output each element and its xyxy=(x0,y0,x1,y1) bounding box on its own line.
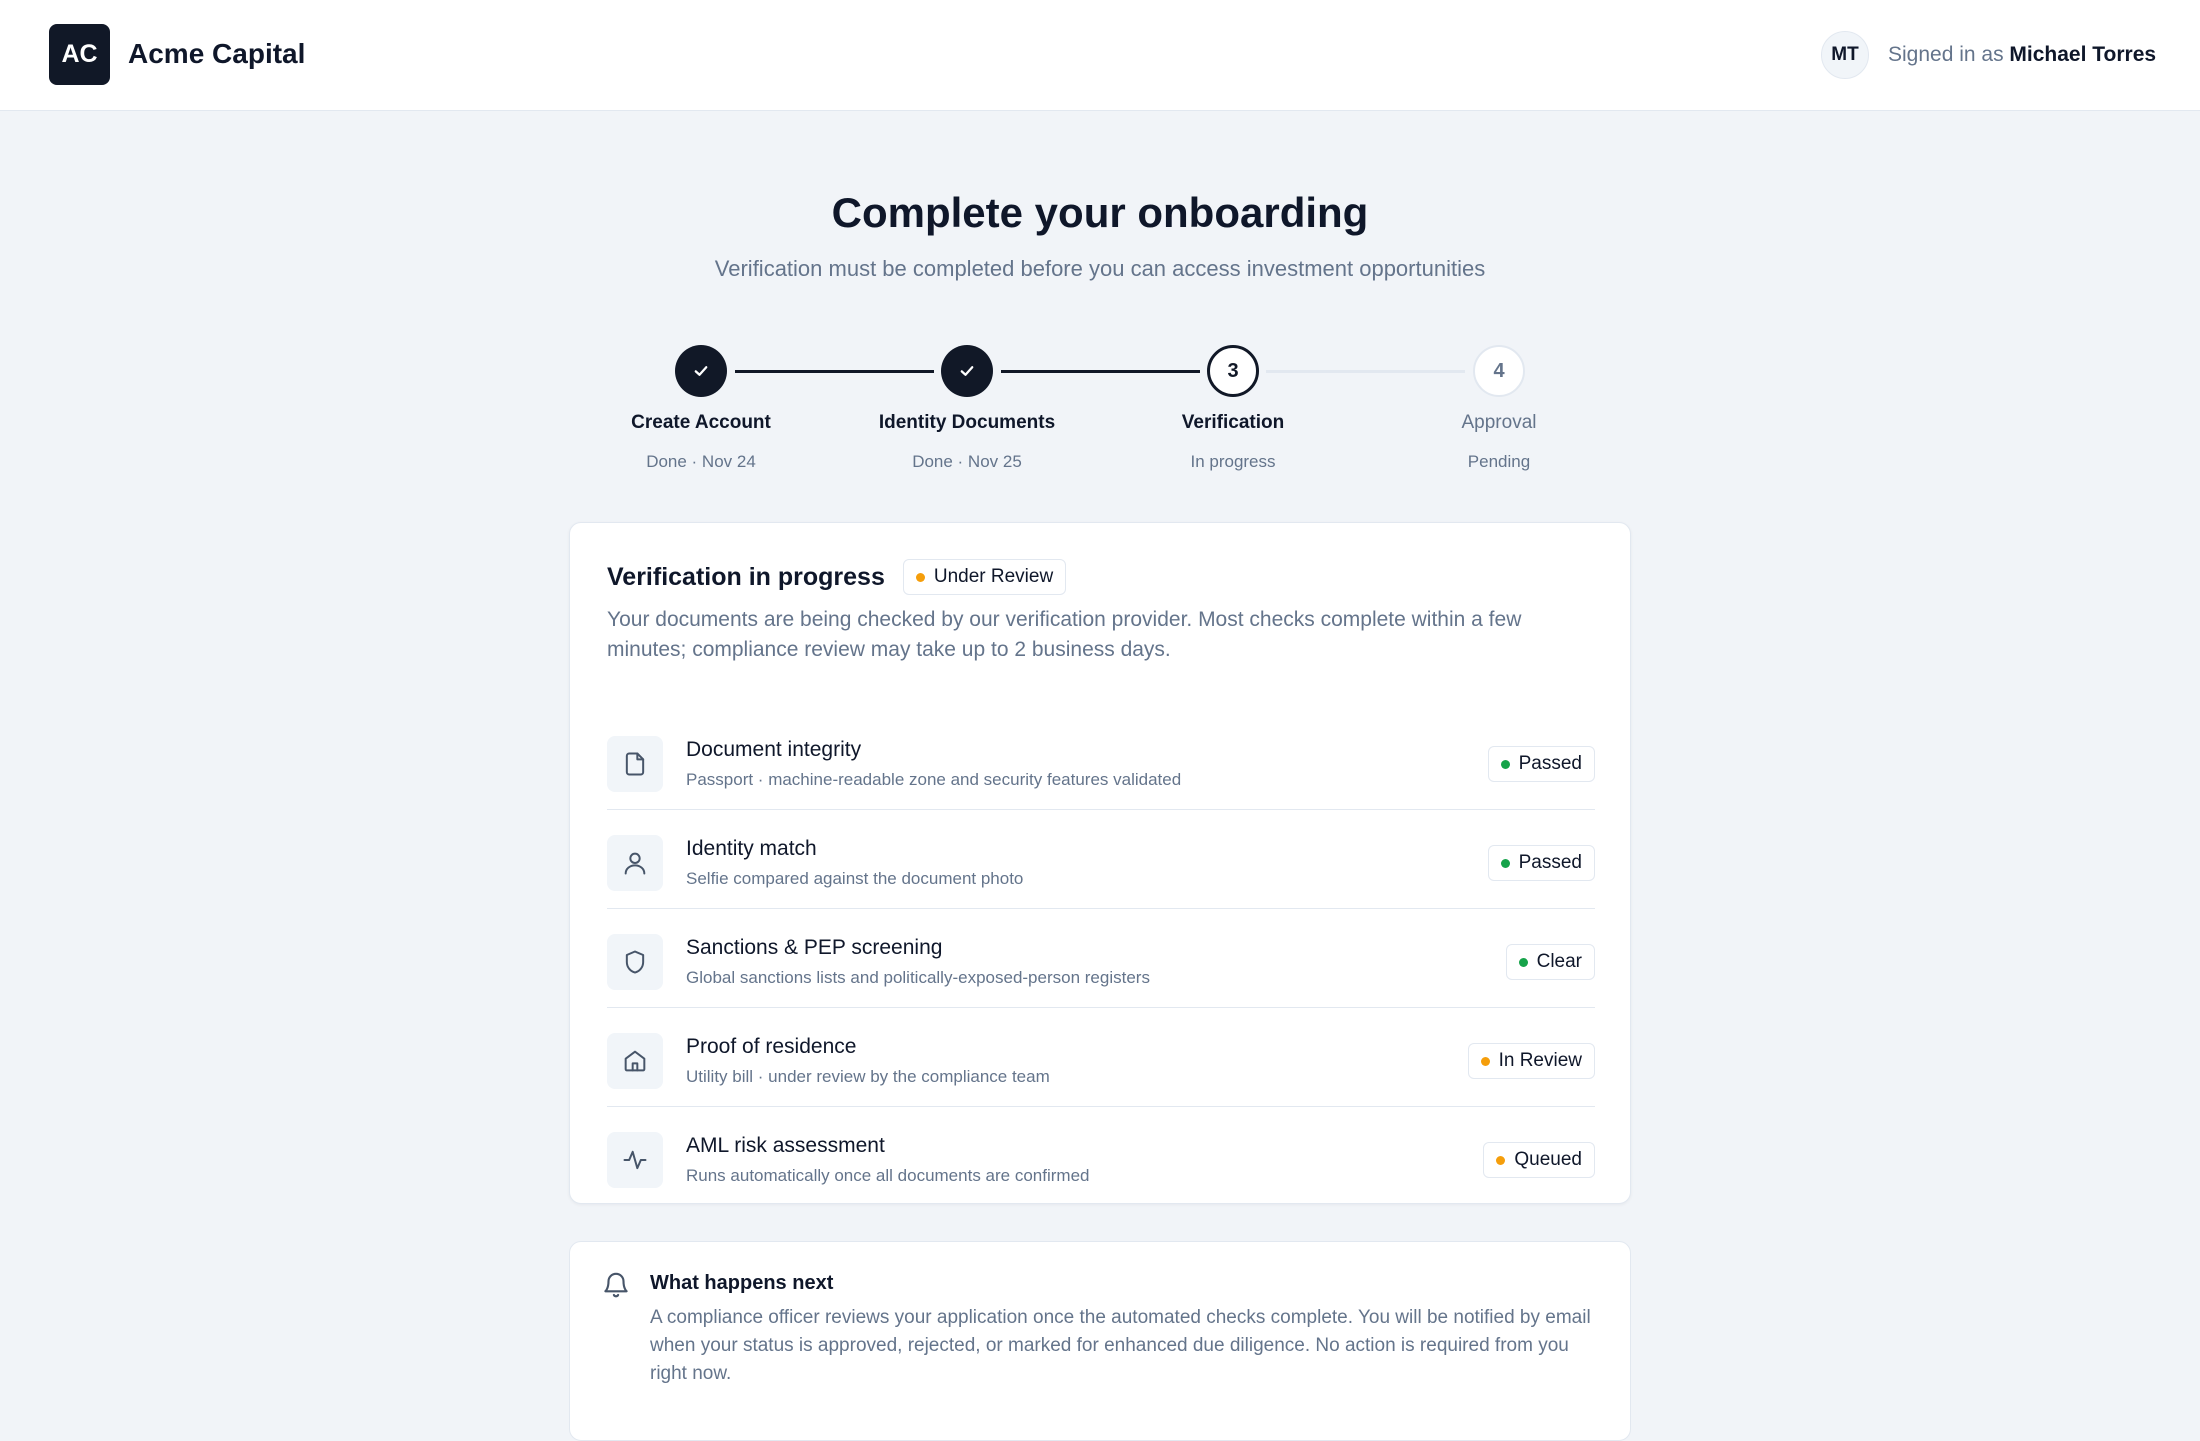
check-description: Utility bill · under review by the compl… xyxy=(686,1067,1050,1086)
status-label: Passed xyxy=(1518,753,1582,774)
next-steps-title: What happens next xyxy=(650,1272,834,1294)
status-dot xyxy=(1518,957,1528,967)
status-dot xyxy=(1480,1056,1490,1066)
status-badge: Queued xyxy=(1483,1142,1595,1178)
check-title: Identity match xyxy=(686,837,817,860)
status-dot xyxy=(1496,1155,1506,1165)
step-label: Approval xyxy=(1461,412,1537,433)
step-verification: 3 Verification In progress xyxy=(1113,345,1353,472)
status-dot xyxy=(1500,759,1510,769)
check-title: Sanctions & PEP screening xyxy=(686,936,943,959)
step-number: 4 xyxy=(1473,345,1525,397)
status-badge: Clear xyxy=(1505,944,1595,980)
user-name: Michael Torres xyxy=(2009,43,2157,66)
card-title: Verification in progress xyxy=(607,562,885,591)
check-row-document-integrity: Document integrity Passport · machine-re… xyxy=(607,711,1595,810)
check-icon xyxy=(675,345,727,397)
step-label: Create Account xyxy=(631,412,771,433)
signed-in-prefix: Signed in as xyxy=(1888,43,2010,66)
status-badge: Passed xyxy=(1487,746,1595,782)
status-label: In Review xyxy=(1498,1050,1582,1071)
step-status: Done · Nov 25 xyxy=(912,452,1022,471)
page-title: Complete your onboarding xyxy=(831,189,1369,236)
step-status: Done · Nov 24 xyxy=(646,452,756,471)
status-badge: Passed xyxy=(1487,845,1595,881)
avatar[interactable]: MT xyxy=(1821,31,1869,79)
step-identity-documents: Identity Documents Done · Nov 25 xyxy=(847,345,1087,472)
check-description: Selfie compared against the document pho… xyxy=(686,869,1024,888)
status-label: Queued xyxy=(1514,1149,1582,1170)
checks-list: Document integrity Passport · machine-re… xyxy=(607,711,1595,1206)
check-title: Document integrity xyxy=(686,738,862,761)
check-icon xyxy=(941,345,993,397)
step-create-account: Create Account Done · Nov 24 xyxy=(581,345,821,472)
bell-icon xyxy=(601,1270,631,1305)
step-status: In progress xyxy=(1190,452,1276,471)
card-header: Verification in progress Under Review xyxy=(607,559,1067,595)
check-row-aml-risk: AML risk assessment Runs automatically o… xyxy=(607,1107,1595,1206)
check-title: AML risk assessment xyxy=(686,1134,885,1157)
status-badge: Under Review xyxy=(902,559,1067,595)
home-icon xyxy=(607,1033,663,1089)
status-dot xyxy=(1500,858,1510,868)
check-description: Global sanctions lists and politically-e… xyxy=(686,968,1150,987)
page-subtitle: Verification must be completed before yo… xyxy=(714,256,1486,281)
activity-icon xyxy=(607,1132,663,1188)
check-description: Runs automatically once all documents ar… xyxy=(686,1166,1090,1185)
document-icon xyxy=(607,736,663,792)
check-description: Passport · machine-readable zone and sec… xyxy=(686,770,1182,789)
verification-card: Verification in progress Under Review Yo… xyxy=(569,522,1631,1204)
step-number: 3 xyxy=(1207,345,1259,397)
check-row-identity-match: Identity match Selfie compared against t… xyxy=(607,810,1595,909)
user-icon xyxy=(607,835,663,891)
status-dot xyxy=(915,572,925,582)
status-label: Under Review xyxy=(933,566,1054,587)
top-bar: AC Acme Capital MT Signed in as Michael … xyxy=(0,0,2200,111)
next-steps-body: A compliance officer reviews your applic… xyxy=(650,1307,1591,1384)
signed-in-text: Signed in as Michael Torres xyxy=(1888,43,2156,67)
logo[interactable]: AC xyxy=(49,24,110,85)
status-label: Passed xyxy=(1518,852,1582,873)
step-status: Pending xyxy=(1467,452,1531,471)
check-row-sanctions: Sanctions & PEP screening Global sanctio… xyxy=(607,909,1595,1008)
card-description: Your documents are being checked by our … xyxy=(607,608,1522,661)
next-steps-card: What happens next A compliance officer r… xyxy=(569,1241,1631,1441)
brand-name: Acme Capital xyxy=(128,38,306,69)
status-label: Clear xyxy=(1536,951,1582,972)
shield-icon xyxy=(607,934,663,990)
check-title: Proof of residence xyxy=(686,1035,857,1058)
check-row-proof-of-residence: Proof of residence Utility bill · under … xyxy=(607,1008,1595,1107)
step-label: Verification xyxy=(1181,412,1285,433)
step-label: Identity Documents xyxy=(878,412,1056,433)
status-badge: In Review xyxy=(1467,1043,1595,1079)
step-approval: 4 Approval Pending xyxy=(1379,345,1619,472)
